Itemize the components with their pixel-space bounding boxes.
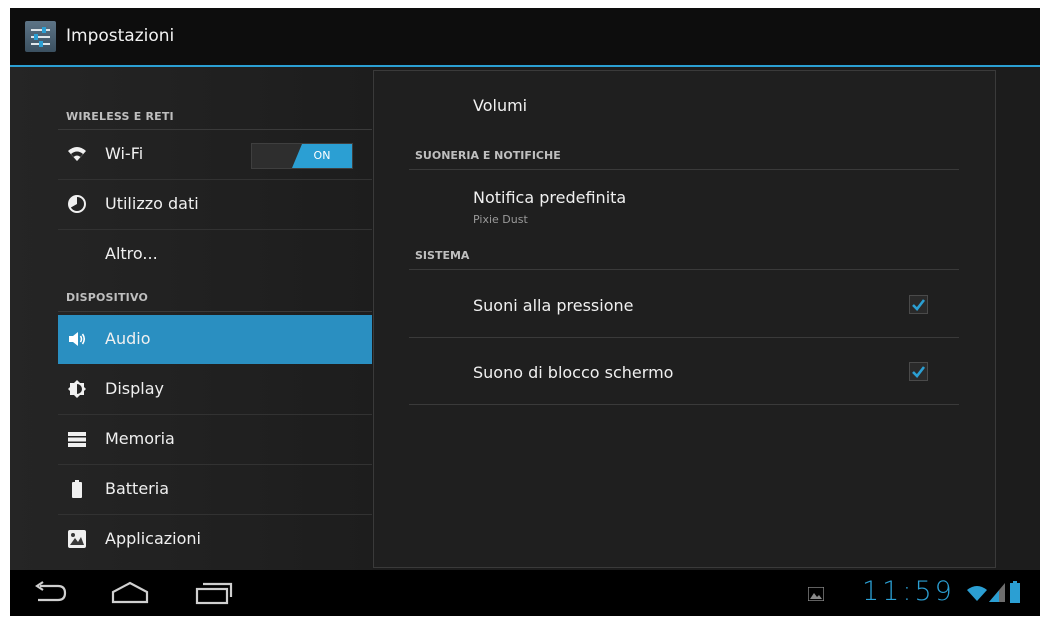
- sidebar-item-label: Wi-Fi: [105, 144, 144, 163]
- sidebar-item-label: Memoria: [105, 429, 175, 448]
- section-header-wireless: WIRELESS E RETI: [66, 110, 174, 123]
- sidebar-item-label: Audio: [105, 329, 151, 348]
- status-clock: 11:59: [862, 576, 955, 607]
- section-header-device: DISPOSITIVO: [66, 291, 149, 304]
- sidebar-item-display[interactable]: Display: [58, 365, 372, 415]
- gallery-notification-icon[interactable]: [808, 587, 824, 601]
- touch-sounds-label: Suoni alla pressione: [473, 296, 634, 315]
- lock-sound-checkbox[interactable]: [909, 362, 928, 381]
- lock-sound-label: Suono di blocco schermo: [473, 363, 674, 382]
- storage-icon: [67, 429, 87, 449]
- volumes-item[interactable]: Volumi: [374, 79, 995, 139]
- sidebar-item-battery[interactable]: Batteria: [58, 465, 372, 515]
- volumes-label: Volumi: [473, 96, 528, 115]
- item-divider: [409, 404, 959, 405]
- section-divider: [409, 169, 959, 170]
- settings-sidebar: WIRELESS E RETI Wi-Fi ON Utilizzo dati A…: [10, 67, 372, 570]
- default-notification-value: Pixie Dust: [473, 213, 528, 226]
- section-divider: [58, 311, 372, 312]
- sidebar-item-label: Batteria: [105, 479, 169, 498]
- section-divider: [409, 269, 959, 270]
- action-bar: Impostazioni: [10, 8, 1040, 67]
- section-header-ringtone: SUONERIA E NOTIFICHE: [415, 149, 561, 162]
- page-title: Impostazioni: [66, 26, 175, 46]
- checkmark-icon: [912, 299, 926, 311]
- brightness-icon: [67, 379, 87, 399]
- data-usage-icon: [67, 194, 87, 214]
- section-header-system: SISTEMA: [415, 249, 470, 262]
- toggle-on-label: ON: [292, 144, 352, 168]
- wifi-signal-icon: [967, 584, 987, 602]
- sidebar-item-label: Applicazioni: [105, 529, 201, 548]
- default-notification-label: Notifica predefinita: [473, 188, 627, 207]
- sidebar-item-label: Utilizzo dati: [105, 194, 199, 213]
- touch-sounds-item[interactable]: Suoni alla pressione: [374, 271, 995, 337]
- touch-sounds-checkbox[interactable]: [909, 295, 928, 314]
- sidebar-item-wifi[interactable]: Wi-Fi ON: [58, 130, 372, 180]
- tablet-screen: Impostazioni WIRELESS E RETI Wi-Fi ON Ut…: [10, 8, 1040, 616]
- speaker-icon: [67, 329, 87, 349]
- default-notification-item[interactable]: Notifica predefinita Pixie Dust: [374, 171, 995, 239]
- sidebar-item-audio[interactable]: Audio: [58, 315, 372, 364]
- cell-signal-icon: [989, 583, 1005, 602]
- wifi-toggle[interactable]: ON: [251, 143, 353, 169]
- sidebar-item-more[interactable]: Altro...: [58, 230, 372, 279]
- sidebar-item-label: Altro...: [105, 244, 158, 263]
- recent-apps-icon[interactable]: [194, 580, 234, 606]
- apps-icon: [67, 529, 87, 549]
- back-icon[interactable]: [32, 580, 68, 606]
- audio-settings-panel: Volumi SUONERIA E NOTIFICHE Notifica pre…: [373, 70, 996, 568]
- battery-status-icon: [1010, 581, 1020, 603]
- checkmark-icon: [912, 366, 926, 378]
- wifi-icon: [67, 144, 87, 164]
- sidebar-item-label: Display: [105, 379, 164, 398]
- battery-icon: [67, 479, 87, 499]
- sidebar-item-data-usage[interactable]: Utilizzo dati: [58, 180, 372, 230]
- system-navigation-bar: 11:59: [10, 570, 1040, 616]
- sidebar-item-storage[interactable]: Memoria: [58, 415, 372, 465]
- lock-sound-item[interactable]: Suono di blocco schermo: [374, 338, 995, 404]
- sidebar-item-apps[interactable]: Applicazioni: [58, 515, 372, 564]
- settings-sliders-icon[interactable]: [25, 21, 56, 52]
- home-icon[interactable]: [110, 580, 150, 606]
